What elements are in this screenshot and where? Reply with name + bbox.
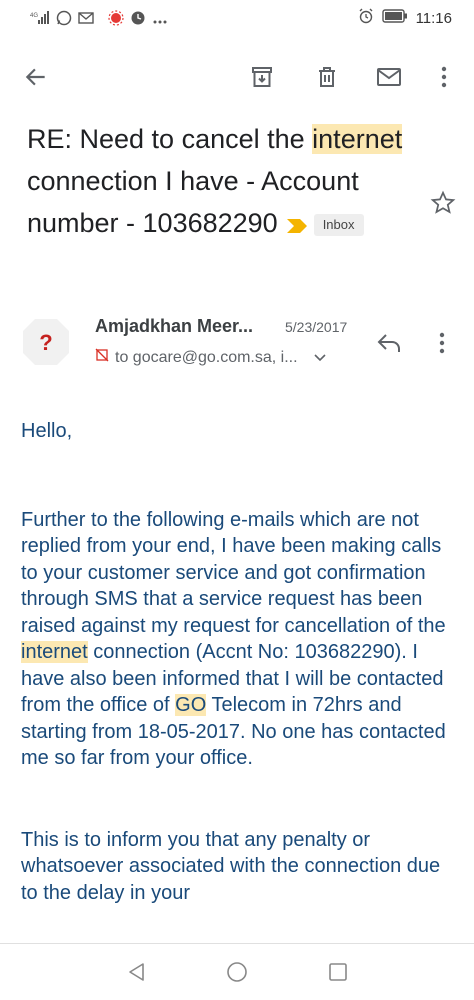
recipient-details[interactable]: to gocare@go.com.sa, i... <box>95 348 326 367</box>
status-right-icons: 11:16 <box>358 8 452 29</box>
square-recents-icon <box>329 963 347 981</box>
reply-icon <box>377 334 400 352</box>
p1-highlight-1: internet <box>21 641 88 663</box>
status-left-icons: 4G <box>30 10 168 31</box>
inbox-label-badge[interactable]: Inbox <box>313 213 364 236</box>
sender-name[interactable]: Amjadkhan Meer... <box>95 316 253 337</box>
more-vert-icon <box>441 66 447 88</box>
back-arrow-icon <box>25 68 45 86</box>
email-body: Hello, Further to the following e-mails … <box>21 418 461 906</box>
alarm-clock-icon <box>130 10 146 31</box>
trash-icon <box>319 67 335 87</box>
nav-home-button[interactable] <box>223 958 251 986</box>
mail-icon <box>377 68 401 86</box>
star-icon <box>430 190 456 214</box>
subject-text-2: connection I have - Account number - 103… <box>27 166 359 238</box>
back-button[interactable] <box>20 61 52 93</box>
delete-button[interactable] <box>311 61 343 93</box>
sender-avatar[interactable]: ? <box>20 316 72 368</box>
top-toolbar <box>0 55 474 99</box>
star-button[interactable] <box>428 188 458 218</box>
body-paragraph-1: Further to the following e-mails which a… <box>21 507 461 772</box>
subject-highlight: internet <box>312 124 403 154</box>
subject-text-1: RE: Need to cancel the <box>27 124 313 154</box>
alarm-icon <box>358 8 374 29</box>
app-icon <box>108 10 124 31</box>
mail-notification-icon <box>78 11 96 30</box>
chevron-down-icon[interactable] <box>313 349 326 367</box>
triangle-back-icon <box>129 963 144 981</box>
more-options-button[interactable] <box>428 61 460 93</box>
status-bar: 4G 11:16 <box>0 0 474 40</box>
circle-home-icon <box>227 962 247 982</box>
battery-icon <box>381 9 408 28</box>
archive-icon <box>252 67 272 87</box>
sent-date: 5/23/2017 <box>285 319 348 335</box>
system-nav-bar <box>0 944 474 1000</box>
whatsapp-icon <box>56 10 72 31</box>
signal-icon: 4G <box>30 11 50 30</box>
importance-marker-icon[interactable] <box>286 204 308 246</box>
p1-text-a: Further to the following e-mails which a… <box>21 508 446 637</box>
recipient-text: to gocare@go.com.sa, i... <box>115 348 298 366</box>
no-image-icon <box>95 348 109 367</box>
avatar-initial: ? <box>39 330 52 355</box>
status-time: 11:16 <box>415 10 452 27</box>
mark-unread-button[interactable] <box>373 61 405 93</box>
reply-button[interactable] <box>372 328 406 358</box>
more-vert-icon <box>439 332 445 354</box>
more-dots-icon <box>152 12 168 30</box>
email-subject: RE: Need to cancel the internet connecti… <box>27 118 407 246</box>
archive-button[interactable] <box>246 61 278 93</box>
message-more-button[interactable] <box>430 328 454 358</box>
svg-text:4G: 4G <box>30 13 38 19</box>
p1-highlight-2: GO <box>175 694 207 716</box>
nav-back-button[interactable] <box>123 958 151 986</box>
greeting: Hello, <box>21 420 73 442</box>
nav-recents-button[interactable] <box>324 958 352 986</box>
body-paragraph-2: This is to inform you that any penalty o… <box>21 828 441 904</box>
